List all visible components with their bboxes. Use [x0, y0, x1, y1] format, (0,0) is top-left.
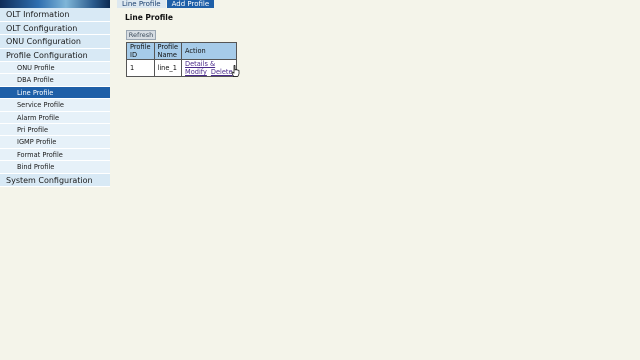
refresh-button[interactable]: Refresh: [126, 30, 156, 40]
table-row: 1 line_1 Details & Modify Delete: [126, 59, 237, 77]
table-header-row: Profile ID Profile Name Action: [126, 42, 237, 60]
logo-banner: [0, 0, 110, 8]
sidebar-item-profile-configuration[interactable]: Profile Configuration: [0, 48, 110, 62]
action-cell: Details & Modify Delete: [181, 59, 237, 77]
profile-name-cell: line_1: [153, 59, 183, 77]
sidebar-item-bind-profile[interactable]: Bind Profile: [0, 161, 110, 174]
sidebar-item-system-configuration[interactable]: System Configuration: [0, 173, 110, 188]
column-header-profile-name: Profile Name: [153, 42, 183, 60]
delete-link[interactable]: Delete: [211, 68, 233, 76]
sidebar-item-igmp-profile[interactable]: IGMP Profile: [0, 136, 110, 149]
tab-line-profile[interactable]: Line Profile: [117, 0, 166, 8]
hand-pointer-icon: [231, 65, 240, 77]
column-header-action: Action: [181, 42, 237, 60]
sidebar-item-olt-information[interactable]: OLT Information: [0, 8, 110, 22]
sidebar-item-service-profile[interactable]: Service Profile: [0, 99, 110, 112]
sidebar: OLT Information OLT Configuration ONU Co…: [0, 0, 110, 360]
sidebar-item-pri-profile[interactable]: Pri Profile: [0, 123, 110, 137]
main-content: Line Profile Refresh Profile ID Profile …: [125, 13, 237, 77]
sidebar-item-format-profile[interactable]: Format Profile: [0, 148, 110, 162]
profile-id-cell: 1: [126, 59, 155, 77]
sidebar-item-onu-configuration[interactable]: ONU Configuration: [0, 35, 110, 49]
sidebar-item-olt-configuration[interactable]: OLT Configuration: [0, 21, 110, 35]
column-header-profile-id: Profile ID: [126, 42, 155, 60]
profile-table: Profile ID Profile Name Action 1 line_1 …: [126, 42, 237, 77]
sidebar-item-dba-profile[interactable]: DBA Profile: [0, 74, 110, 87]
sidebar-item-line-profile[interactable]: Line Profile: [0, 86, 110, 100]
page-title: Line Profile: [125, 13, 173, 22]
sidebar-item-onu-profile[interactable]: ONU Profile: [0, 62, 110, 75]
sidebar-item-alarm-profile[interactable]: Alarm Profile: [0, 111, 110, 124]
tab-add-profile[interactable]: Add Profile: [166, 0, 215, 8]
tab-bar: Line Profile Add Profile: [117, 0, 215, 8]
